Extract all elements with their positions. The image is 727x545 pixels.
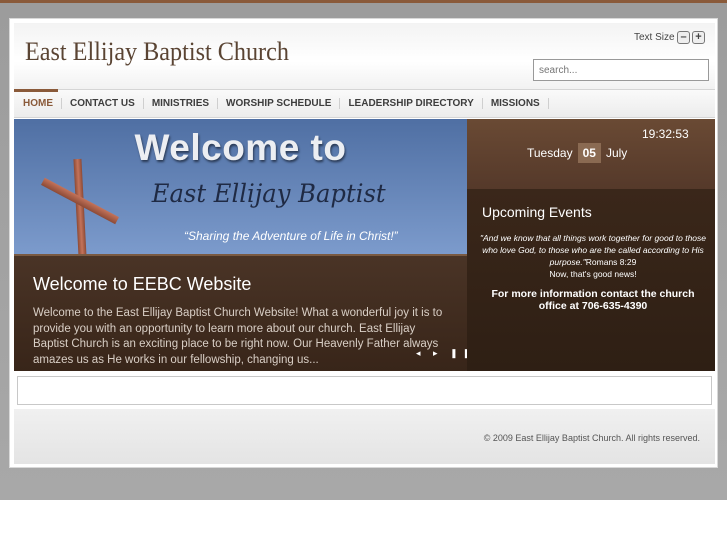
nav-item-missions[interactable]: MISSIONS	[483, 98, 549, 109]
nav-item-worship-schedule[interactable]: WORSHIP SCHEDULE	[218, 98, 341, 109]
content-area	[17, 376, 712, 405]
banner-welcome-text: Welcome to	[134, 127, 347, 168]
site-footer: © 2009 East Ellijay Baptist Church. All …	[14, 409, 715, 464]
slider-next-icon[interactable]: ▸	[433, 348, 443, 358]
month-name: July	[605, 146, 628, 160]
site-title[interactable]: East Ellijay Baptist Church	[25, 37, 289, 67]
site-header: East Ellijay Baptist Church Text Size – …	[14, 23, 715, 93]
slider-prev-icon[interactable]: ◂	[416, 348, 426, 358]
text-size-increase-button[interactable]: +	[692, 31, 705, 44]
scripture-quote: "And we know that all things work togeth…	[477, 232, 709, 268]
upcoming-events-title: Upcoming Events	[482, 204, 592, 220]
feature-text: Welcome to the East Ellijay Baptist Chur…	[33, 307, 443, 366]
text-size-decrease-button[interactable]: –	[677, 31, 690, 44]
contact-info: For more information contact the church …	[491, 288, 695, 312]
banner-church-name: East Ellijay Baptist	[151, 179, 386, 208]
text-size-label: Text Size	[634, 32, 675, 43]
day-number: 05	[577, 143, 601, 163]
banner-tagline: “Sharing the Adventure of Life in Christ…	[184, 229, 398, 243]
nav-item-contact-us[interactable]: CONTACT US	[62, 98, 144, 109]
good-news-text: Now, that's good news!	[549, 269, 637, 279]
nav-item-ministries[interactable]: MINISTRIES	[144, 98, 219, 109]
nav-active-indicator	[14, 89, 58, 92]
nav-item-leadership-directory[interactable]: LEADERSHIP DIRECTORY	[340, 98, 483, 109]
clock: 19:32:53	[642, 127, 689, 141]
scripture-reference: Romans 8:29	[585, 257, 637, 267]
nav-item-home[interactable]: HOME	[14, 98, 62, 109]
search-input[interactable]	[533, 59, 709, 81]
day-name: Tuesday	[527, 146, 573, 160]
date-display: Tuesday 05 July	[527, 143, 627, 163]
page-frame: East Ellijay Baptist Church Text Size – …	[9, 18, 718, 468]
sidebar-panel: 19:32:53 Tuesday 05 July Upcoming Events…	[467, 119, 715, 371]
banner-slideshow: Welcome to East Ellijay Baptist “Sharing…	[14, 119, 467, 371]
copyright-text: © 2009 East Ellijay Baptist Church. All …	[483, 433, 700, 443]
feature-heading[interactable]: Welcome to EEBC Website	[33, 274, 251, 295]
main-navigation: HOME CONTACT US MINISTRIES WORSHIP SCHED…	[14, 89, 715, 118]
slider-pause-icon[interactable]: ❚❚	[450, 348, 467, 358]
slider-controls: ◂ ▸ ❚❚	[416, 348, 467, 359]
date-time-box: 19:32:53 Tuesday 05 July	[467, 119, 715, 189]
